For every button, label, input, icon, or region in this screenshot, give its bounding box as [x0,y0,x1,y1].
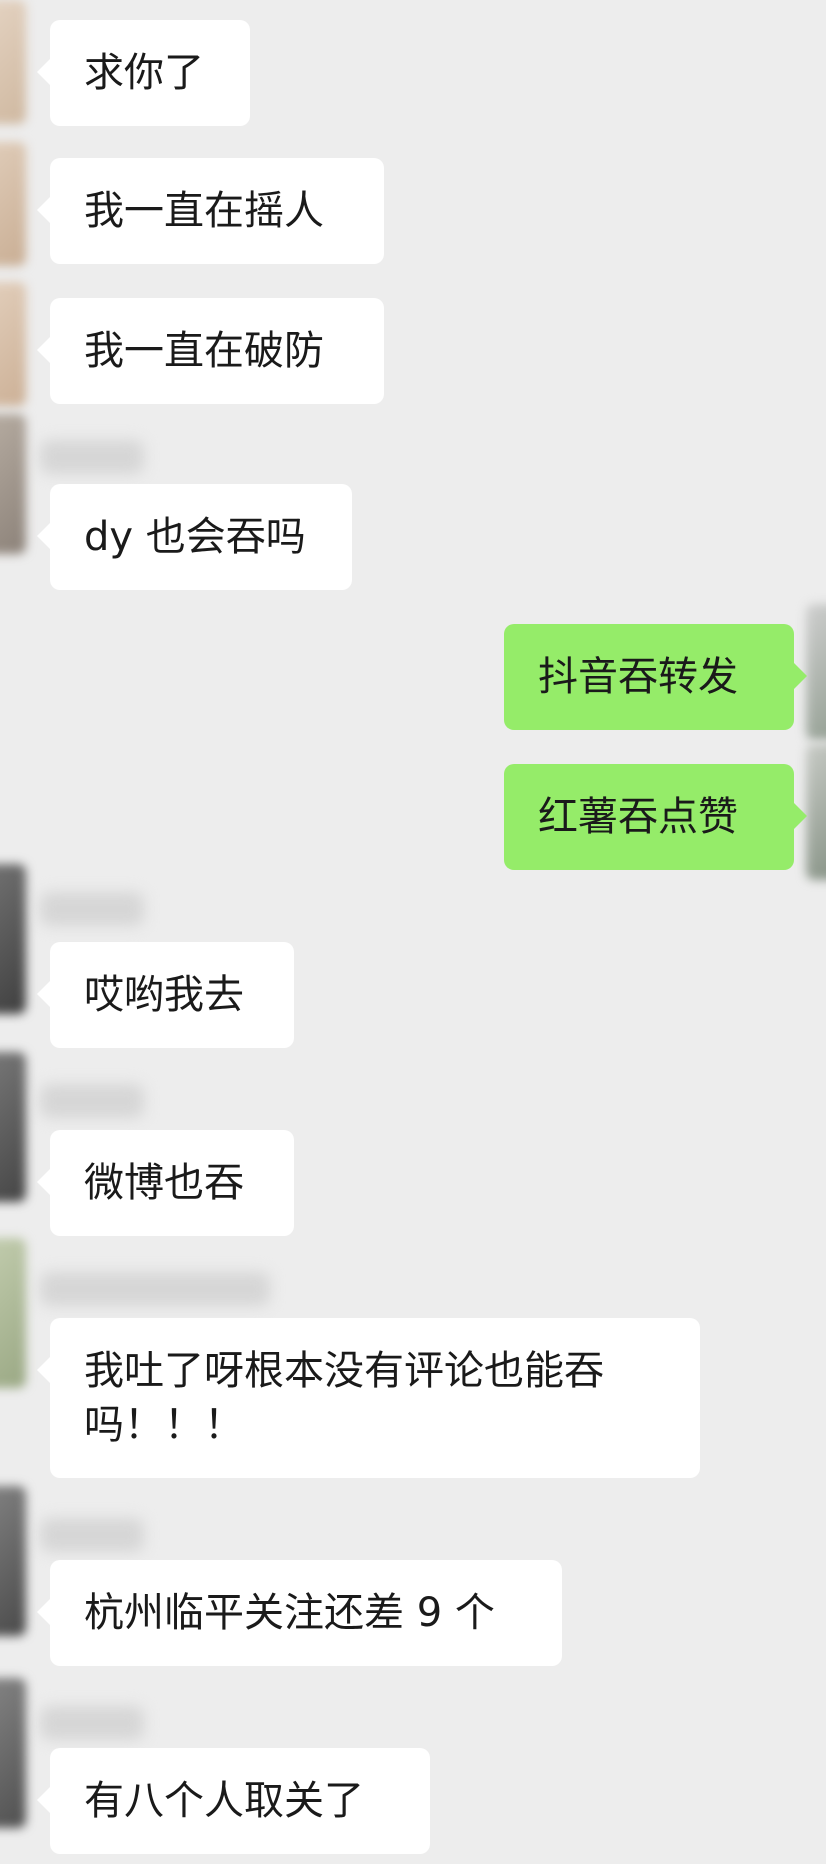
sender-nickname [40,1084,144,1118]
incoming-message-bubble[interactable]: 我一直在破防 [37,298,384,404]
sender-avatar[interactable] [0,1052,26,1202]
sender-nickname [40,1272,270,1306]
incoming-message-bubble[interactable]: 求你了 [37,20,250,126]
sender-avatar[interactable] [0,1238,26,1388]
sender-nickname [40,440,144,474]
sender-avatar[interactable] [0,414,26,554]
incoming-message-bubble[interactable]: 杭州临平关注还差 9 个 [37,1560,562,1666]
incoming-message-bubble[interactable]: 我吐了呀根本没有评论也能吞吗！！！ [37,1318,700,1478]
outgoing-message-bubble[interactable]: 红薯吞点赞 [504,764,807,870]
sender-nickname [40,892,144,926]
sender-avatar[interactable] [0,0,26,124]
incoming-message-bubble[interactable]: 有八个人取关了 [37,1748,430,1854]
sender-avatar[interactable] [0,864,26,1014]
sender-nickname [40,1706,144,1740]
sender-nickname [40,1518,144,1552]
incoming-message-bubble[interactable]: 微博也吞 [37,1130,294,1236]
my-avatar[interactable] [806,604,826,740]
outgoing-message-bubble[interactable]: 抖音吞转发 [504,624,807,730]
sender-avatar[interactable] [0,142,26,266]
incoming-message-bubble[interactable]: 哎哟我去 [37,942,294,1048]
incoming-message-bubble[interactable]: dy 也会吞吗 [37,484,352,590]
sender-avatar[interactable] [0,282,26,406]
sender-avatar[interactable] [0,1486,26,1636]
my-avatar[interactable] [806,744,826,880]
incoming-message-bubble[interactable]: 我一直在摇人 [37,158,384,264]
sender-avatar[interactable] [0,1678,26,1828]
